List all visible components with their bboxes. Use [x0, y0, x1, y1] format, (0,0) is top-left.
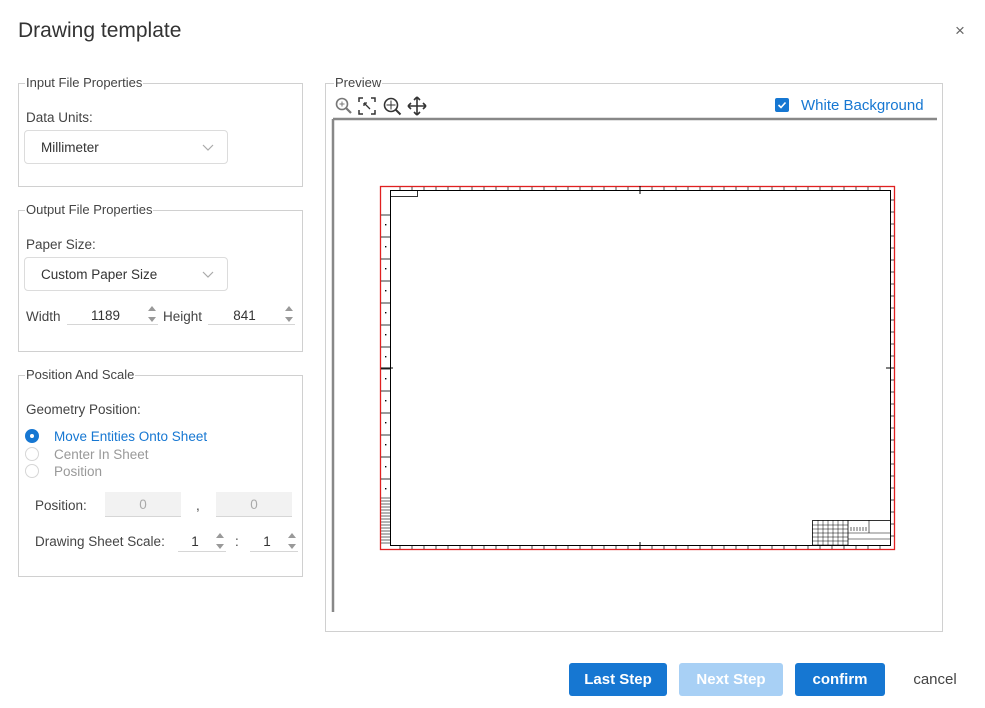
cancel-button[interactable]: cancel: [899, 663, 971, 696]
height-value: 841: [233, 308, 256, 323]
width-label: Width: [26, 309, 61, 324]
white-background-label[interactable]: White Background: [801, 97, 924, 114]
height-stepper[interactable]: 841: [208, 304, 295, 325]
position-separator: ,: [196, 498, 200, 513]
pan-icon[interactable]: [407, 96, 427, 116]
position-label: Position:: [35, 498, 87, 513]
geometry-position-label: Geometry Position:: [26, 402, 141, 417]
position-y-input[interactable]: 0: [216, 492, 292, 517]
data-units-select[interactable]: Millimeter: [24, 130, 228, 164]
paper-size-label: Paper Size:: [26, 237, 96, 252]
spinner-arrows-icon[interactable]: [286, 531, 298, 551]
scale-separator: :: [235, 534, 239, 549]
radio-label-position[interactable]: Position: [54, 464, 102, 479]
close-icon[interactable]: ×: [955, 22, 965, 39]
height-label: Height: [163, 309, 203, 324]
paper-size-value: Custom Paper Size: [41, 267, 158, 282]
position-and-scale-legend: Position And Scale: [26, 367, 135, 382]
drawing-sheet-scale-label: Drawing Sheet Scale:: [35, 534, 165, 549]
radio-center-in-sheet[interactable]: [25, 447, 39, 461]
data-units-value: Millimeter: [41, 140, 99, 155]
scale-right-stepper[interactable]: 1: [250, 529, 298, 552]
radio-label-move-entities[interactable]: Move Entities Onto Sheet: [54, 429, 207, 444]
chevron-down-icon: [202, 271, 214, 278]
confirm-button[interactable]: confirm: [795, 663, 885, 696]
scale-left-stepper[interactable]: 1: [178, 529, 226, 552]
preview-group: Preview: [325, 76, 943, 632]
dialog-title: Drawing template: [18, 19, 182, 42]
preview-legend: Preview: [335, 75, 382, 90]
output-file-properties-legend: Output File Properties: [26, 202, 153, 217]
spinner-arrows-icon[interactable]: [146, 304, 158, 324]
white-background-checkbox[interactable]: [775, 98, 789, 112]
last-step-button[interactable]: Last Step: [569, 663, 667, 696]
checkmark-icon: [777, 101, 787, 109]
spinner-arrows-icon[interactable]: [214, 531, 226, 551]
width-stepper[interactable]: 1189: [67, 304, 158, 325]
chevron-down-icon: [202, 144, 214, 151]
zoom-icon[interactable]: [334, 96, 354, 116]
data-units-label: Data Units:: [26, 110, 93, 125]
next-step-button[interactable]: Next Step: [679, 663, 783, 696]
zoom-window-icon[interactable]: [357, 96, 377, 116]
position-x-input[interactable]: 0: [105, 492, 181, 517]
scale-right-value: 1: [263, 534, 271, 549]
zoom-extents-icon[interactable]: [382, 96, 402, 116]
radio-move-entities[interactable]: [25, 429, 39, 443]
scale-left-value: 1: [191, 534, 199, 549]
paper-size-select[interactable]: Custom Paper Size: [24, 257, 228, 291]
width-value: 1189: [90, 308, 121, 323]
radio-position[interactable]: [25, 464, 39, 478]
spinner-arrows-icon[interactable]: [283, 304, 295, 324]
input-file-properties-legend: Input File Properties: [26, 75, 143, 90]
radio-label-center-in-sheet[interactable]: Center In Sheet: [54, 447, 149, 462]
